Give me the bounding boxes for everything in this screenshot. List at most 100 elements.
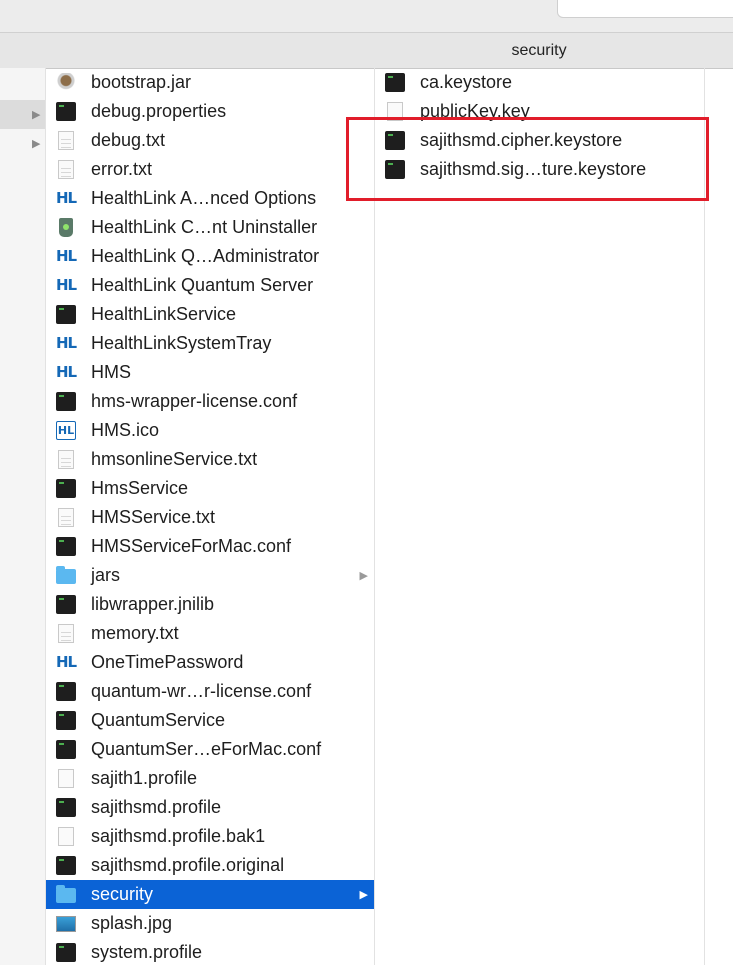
healthlink-box-icon: HL	[56, 421, 76, 440]
healthlink-icon: HL	[56, 189, 77, 207]
image-icon	[56, 916, 76, 932]
exec-icon	[56, 798, 76, 817]
exec-icon	[56, 595, 76, 614]
disclosure-triangle-icon[interactable]: ▶	[32, 108, 40, 121]
item-label: HMSServiceForMac.conf	[91, 536, 292, 556]
file-row[interactable]: sajithsmd.profile	[46, 793, 374, 822]
text-file-icon	[58, 160, 74, 179]
item-label: HealthLink C…nt Uninstaller	[91, 217, 318, 237]
folder-row[interactable]: security ▶	[46, 880, 374, 909]
trash-icon	[59, 218, 73, 237]
exec-icon	[385, 73, 405, 92]
item-label: sajithsmd.profile.original	[91, 855, 285, 875]
file-row[interactable]: ca.keystore	[375, 68, 704, 97]
item-label: OneTimePassword	[91, 652, 244, 672]
item-label: debug.properties	[91, 101, 227, 121]
exec-icon	[56, 740, 76, 759]
item-label: HmsService	[91, 478, 189, 498]
item-label: HealthLinkService	[91, 304, 237, 324]
highlight-annotation-box	[346, 117, 709, 201]
exec-icon	[56, 305, 76, 324]
jar-icon	[56, 73, 76, 92]
column-divider[interactable]	[374, 68, 375, 965]
file-row[interactable]: quantum-wr…r-license.conf	[46, 677, 374, 706]
item-label: HealthLink A…nced Options	[91, 188, 317, 208]
file-row[interactable]: HL HealthLink A…nced Options	[46, 184, 374, 213]
file-row[interactable]: HL HealthLink Q…Administrator	[46, 242, 374, 271]
file-row[interactable]: sajithsmd.profile.original	[46, 851, 374, 880]
text-file-icon	[58, 624, 74, 643]
item-label: splash.jpg	[91, 913, 173, 933]
text-file-icon	[58, 508, 74, 527]
window-top-strip	[0, 0, 733, 32]
healthlink-icon: HL	[56, 334, 77, 352]
item-label: ca.keystore	[420, 72, 513, 92]
healthlink-icon: HL	[56, 653, 77, 671]
file-row[interactable]: QuantumService	[46, 706, 374, 735]
exec-icon	[56, 856, 76, 875]
exec-icon	[56, 479, 76, 498]
file-row[interactable]: sajithsmd.profile.bak1	[46, 822, 374, 851]
file-row[interactable]: system.profile	[46, 938, 374, 967]
item-label: QuantumSer…eForMac.conf	[91, 739, 322, 759]
exec-icon	[56, 537, 76, 556]
item-label: error.txt	[91, 159, 153, 179]
item-label: sajithsmd.profile.bak1	[91, 826, 266, 846]
item-label: HealthLink Q…Administrator	[91, 246, 320, 266]
blank-document-icon	[58, 827, 74, 846]
folder-chevron-icon: ▶	[359, 889, 368, 901]
item-label: system.profile	[91, 942, 203, 962]
item-label: QuantumService	[91, 710, 226, 730]
disclosure-triangle-icon[interactable]: ▶	[32, 137, 40, 150]
file-row[interactable]: memory.txt	[46, 619, 374, 648]
text-file-icon	[58, 450, 74, 469]
folder-icon	[56, 566, 76, 584]
file-row[interactable]: HL HealthLinkSystemTray	[46, 329, 374, 358]
item-label: debug.txt	[91, 130, 166, 150]
file-row[interactable]: HmsService	[46, 474, 374, 503]
file-row[interactable]: HL HMS	[46, 358, 374, 387]
file-row[interactable]: error.txt	[46, 155, 374, 184]
file-row[interactable]: HL HMS.ico	[46, 416, 374, 445]
exec-icon	[56, 711, 76, 730]
file-row[interactable]: splash.jpg	[46, 909, 374, 938]
item-label: hmsonlineService.txt	[91, 449, 258, 469]
file-row[interactable]: libwrapper.jnilib	[46, 590, 374, 619]
item-label: HealthLinkSystemTray	[91, 333, 272, 353]
file-row[interactable]: HealthLink C…nt Uninstaller	[46, 213, 374, 242]
column-header-bar: security	[0, 32, 733, 69]
column-title: security	[511, 42, 567, 59]
folder-icon	[56, 885, 76, 903]
item-label: hms-wrapper-license.conf	[91, 391, 298, 411]
parent-column-gutter: ▶ ▶	[0, 68, 45, 965]
file-row[interactable]: HL HealthLink Quantum Server	[46, 271, 374, 300]
blank-document-icon	[58, 769, 74, 788]
file-row[interactable]: hms-wrapper-license.conf	[46, 387, 374, 416]
text-file-icon	[58, 131, 74, 150]
item-label: security	[91, 884, 154, 904]
file-row[interactable]: QuantumSer…eForMac.conf	[46, 735, 374, 764]
item-label: HMSService.txt	[91, 507, 216, 527]
folder-row[interactable]: jars ▶	[46, 561, 374, 590]
column-divider[interactable]	[704, 68, 705, 965]
item-label: quantum-wr…r-license.conf	[91, 681, 312, 701]
item-label: HMS	[91, 362, 131, 382]
file-row[interactable]: HMSService.txt	[46, 503, 374, 532]
healthlink-icon: HL	[56, 247, 77, 265]
file-row[interactable]: debug.txt	[46, 126, 374, 155]
file-row[interactable]: bootstrap.jar	[46, 68, 374, 97]
item-label: sajith1.profile	[91, 768, 198, 788]
exec-icon	[56, 392, 76, 411]
file-row[interactable]: HMSServiceForMac.conf	[46, 532, 374, 561]
healthlink-icon: HL	[56, 363, 77, 381]
item-label: HealthLink Quantum Server	[91, 275, 314, 295]
exec-icon	[56, 943, 76, 962]
item-label: jars	[91, 565, 121, 585]
file-row[interactable]: debug.properties	[46, 97, 374, 126]
file-row[interactable]: sajith1.profile	[46, 764, 374, 793]
file-row[interactable]: HealthLinkService	[46, 300, 374, 329]
search-field[interactable]	[557, 0, 733, 18]
file-row[interactable]: hmsonlineService.txt	[46, 445, 374, 474]
exec-icon	[56, 102, 76, 121]
file-row[interactable]: HL OneTimePassword	[46, 648, 374, 677]
